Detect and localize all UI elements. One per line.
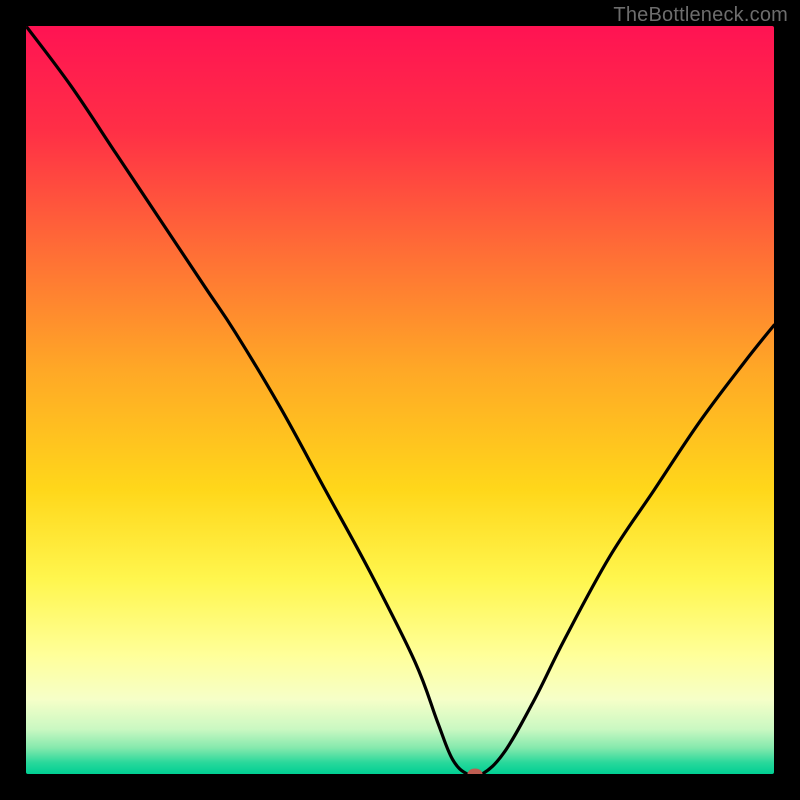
plot-area <box>26 26 774 774</box>
curve-marker <box>467 769 482 775</box>
chart-container: TheBottleneck.com <box>0 0 800 800</box>
bottleneck-curve <box>26 26 774 774</box>
watermark-text: TheBottleneck.com <box>613 4 788 27</box>
